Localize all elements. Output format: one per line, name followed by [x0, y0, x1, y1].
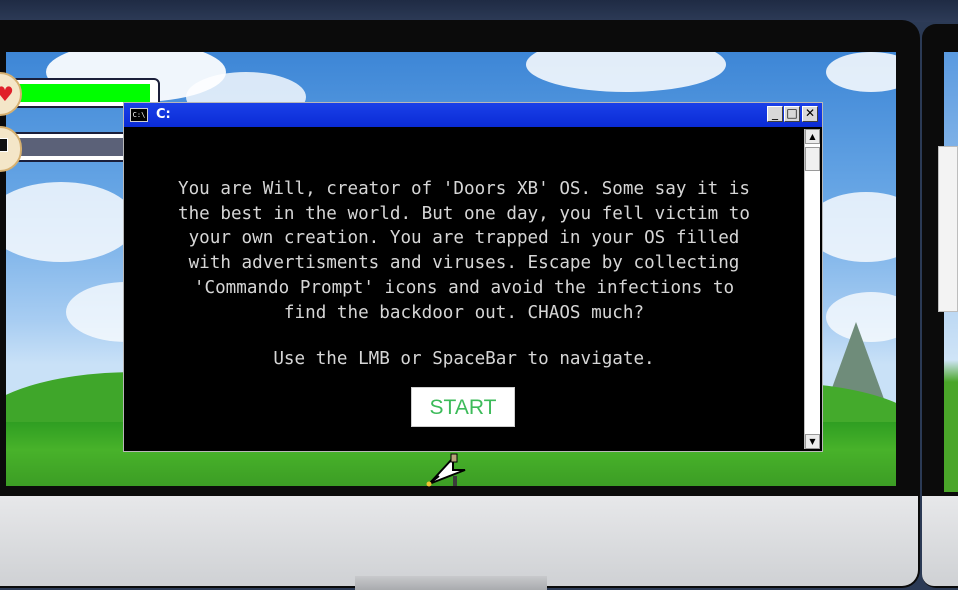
story-text: You are Will, creator of 'Doors XB' OS. … [178, 179, 750, 323]
instruction-text: Use the LMB or SpaceBar to navigate. [273, 349, 655, 369]
maximize-button[interactable]: □ [784, 106, 800, 122]
cloud [826, 52, 896, 92]
player-cursor-icon [426, 453, 466, 487]
scroll-down-icon[interactable]: ▼ [805, 434, 820, 449]
start-button[interactable]: START [411, 387, 515, 427]
close-button[interactable]: ✕ [802, 106, 818, 122]
heart-icon: ♥ [0, 82, 14, 106]
cloud [526, 52, 726, 92]
cloud [6, 182, 136, 262]
window-titlebar[interactable]: C:\ C: _ □ ✕ [124, 103, 822, 127]
cmd-window-icon: C:\ [130, 108, 148, 122]
monitor-stand [355, 576, 547, 590]
vertical-scrollbar[interactable]: ▲ ▼ [804, 129, 820, 449]
command-prompt-icon [0, 138, 8, 152]
minimize-button[interactable]: _ [767, 106, 783, 122]
side-window-fragment [938, 146, 958, 312]
background-band [0, 0, 958, 22]
window-title: C: [156, 107, 171, 122]
scroll-thumb[interactable] [805, 147, 820, 171]
scroll-up-icon[interactable]: ▲ [805, 129, 820, 144]
health-bar-fill [18, 84, 150, 102]
command-prompt-window: C:\ C: _ □ ✕ ▲ ▼ You are Will, creator o… [123, 102, 823, 452]
monitor-chin [0, 496, 918, 586]
second-monitor-chin [922, 496, 958, 586]
